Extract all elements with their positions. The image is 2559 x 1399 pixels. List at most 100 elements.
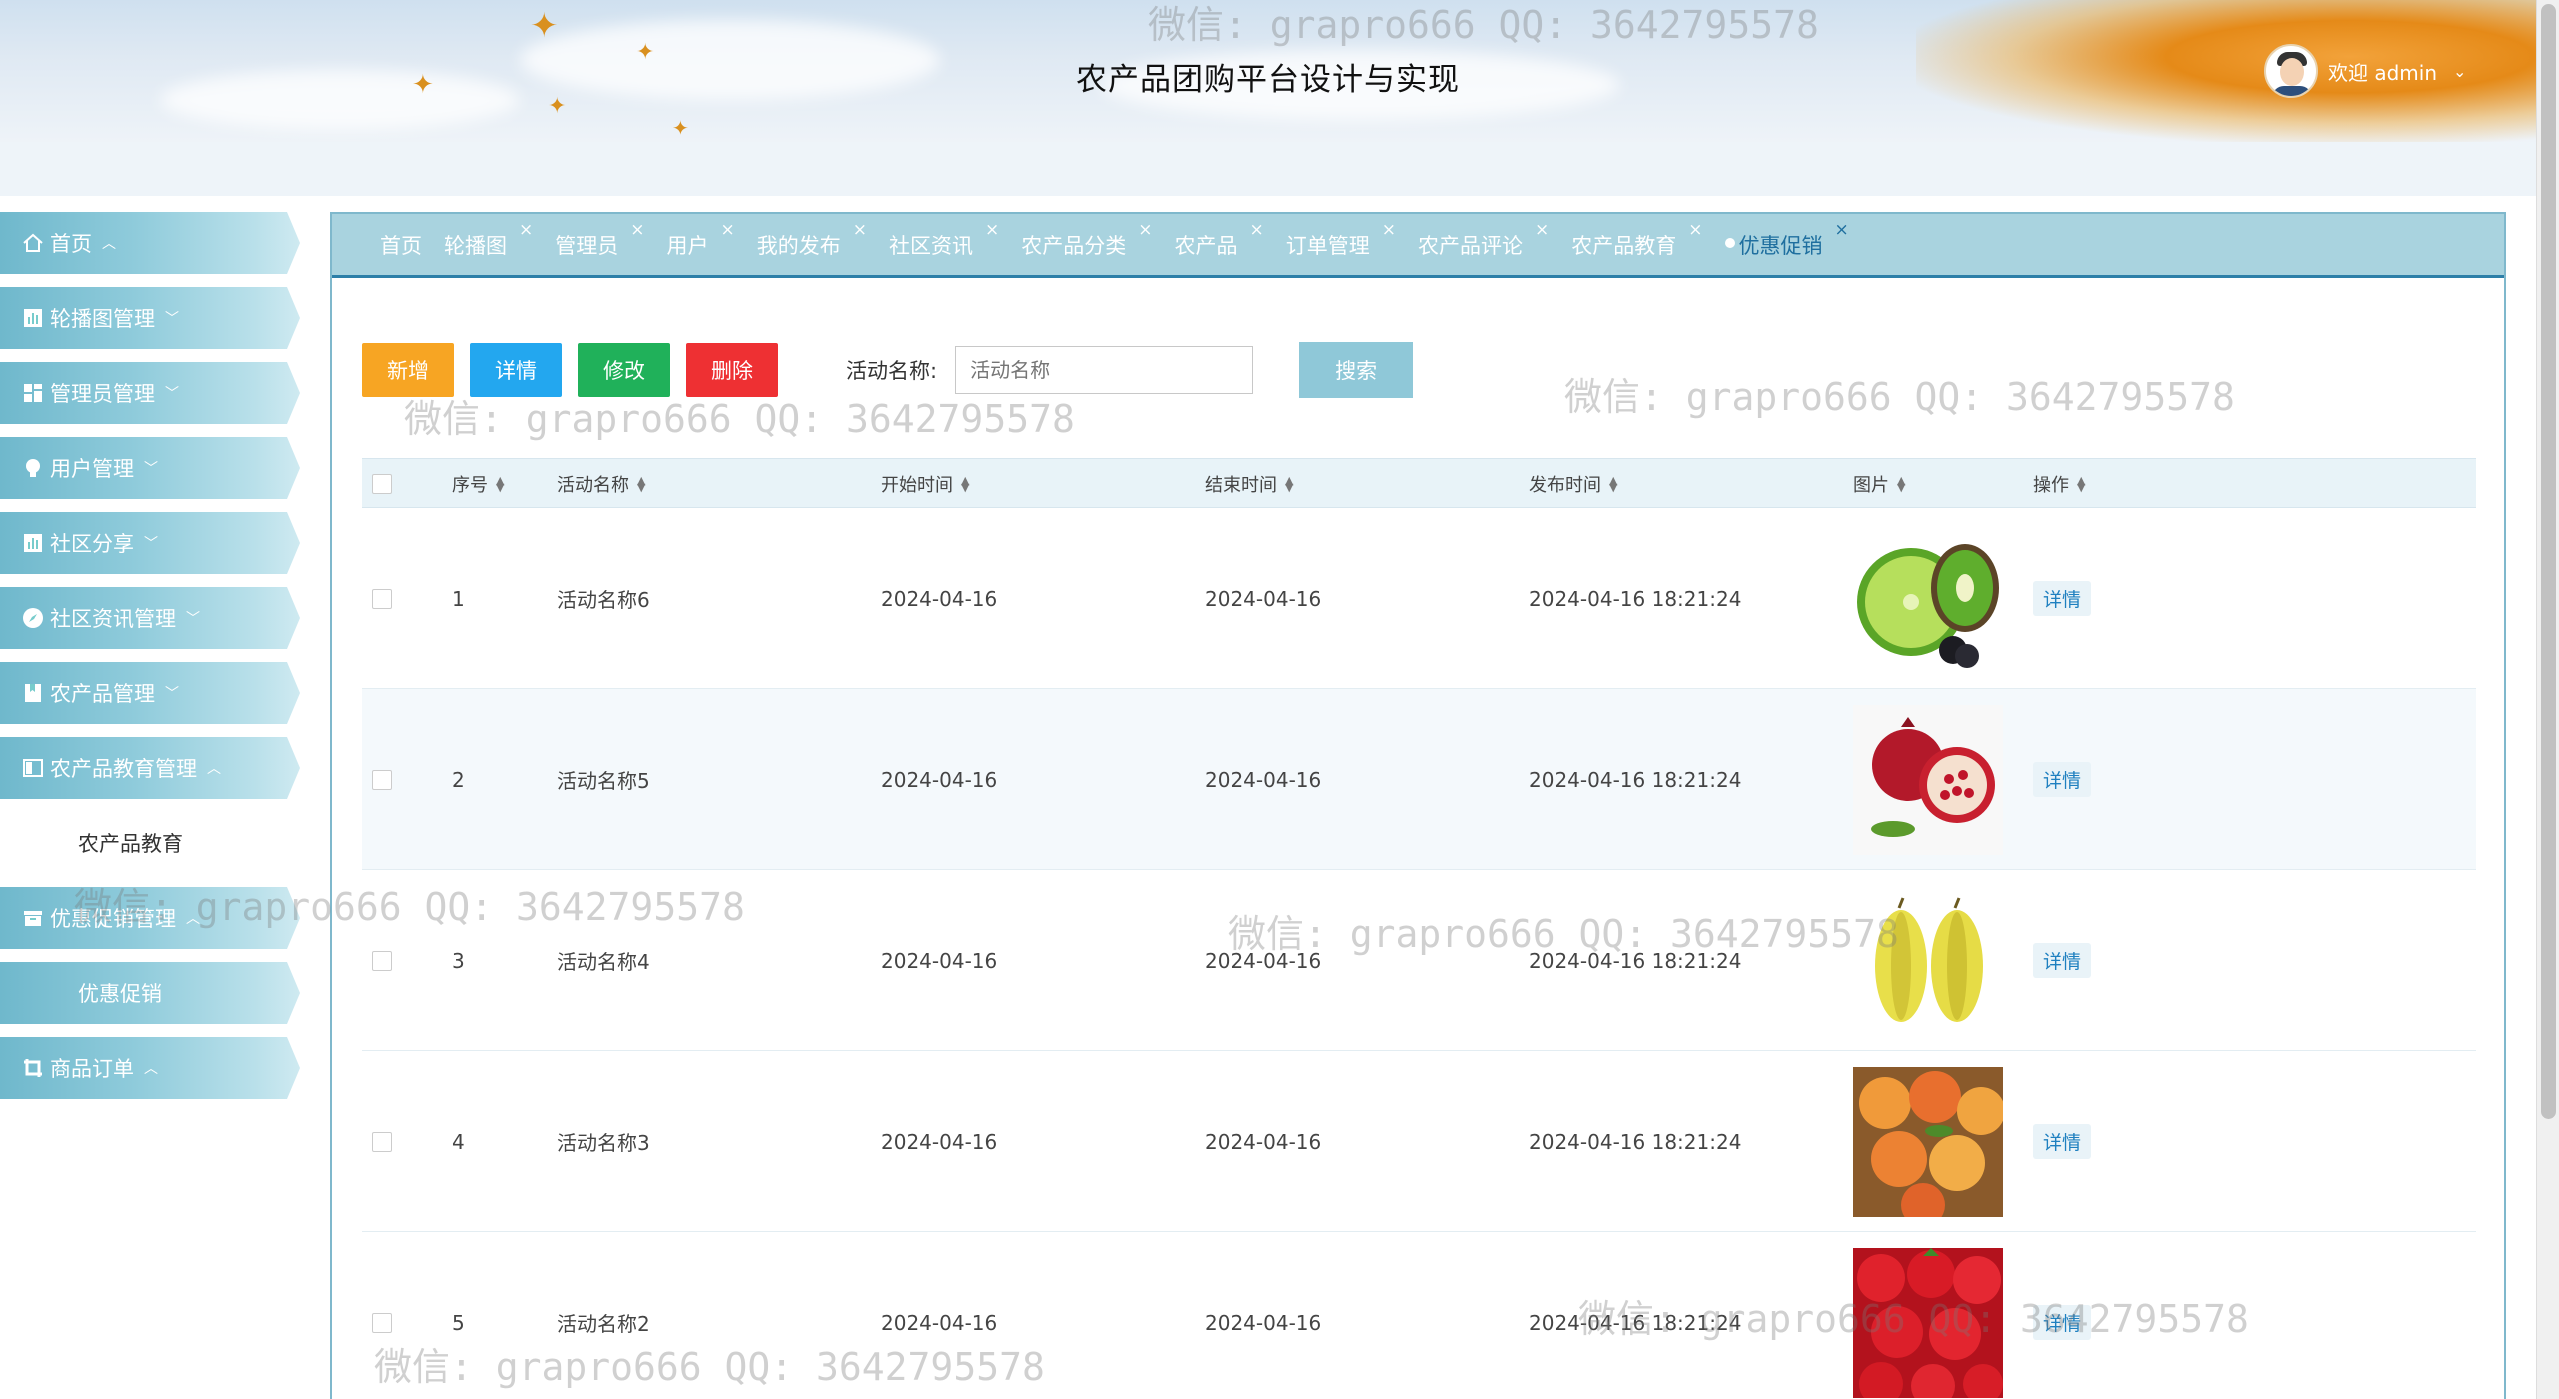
column-header-end[interactable]: 结束时间 ▲ ▼ — [1205, 459, 1293, 509]
sidebar-item-users[interactable]: 用户管理 ﹀ — [0, 437, 300, 499]
chevron-up-icon: ︿ — [144, 1061, 158, 1077]
cell-start: 2024-04-16 — [881, 767, 998, 792]
select-all-checkbox[interactable] — [372, 459, 392, 509]
row-detail-button[interactable]: 详情 — [2033, 581, 2092, 616]
close-icon[interactable]: × — [1835, 220, 1849, 240]
submenu-item-education[interactable]: 农产品教育 — [0, 812, 300, 874]
cell-name: 活动名称5 — [557, 769, 650, 793]
detail-button[interactable]: 详情 — [470, 343, 562, 397]
sidebar-item-carousel[interactable]: 轮播图管理 ﹀ — [0, 287, 300, 349]
sidebar-item-promotions[interactable]: 优惠促销管理 ︿ — [0, 887, 300, 949]
column-header-published[interactable]: 发布时间 ▲ ▼ — [1529, 459, 1617, 509]
sort-icon[interactable]: ▲ ▼ — [961, 475, 969, 493]
row-detail-button[interactable]: 详情 — [2033, 1124, 2092, 1159]
sort-icon[interactable]: ▲ ▼ — [1609, 475, 1617, 493]
close-icon[interactable]: × — [1250, 220, 1264, 240]
tab-products[interactable]: 农产品 × — [1174, 220, 1264, 260]
sidebar-item-orders[interactable]: 商品订单 ︿ — [0, 1037, 300, 1099]
row-detail-button[interactable]: 详情 — [2033, 943, 2092, 978]
sort-icon[interactable]: ▲ ▼ — [2077, 475, 2085, 493]
tab-label: 优惠促销 — [1738, 233, 1823, 258]
close-icon[interactable]: × — [519, 220, 533, 240]
tab-admins[interactable]: 管理员 × — [555, 220, 644, 260]
close-icon[interactable]: × — [630, 220, 644, 240]
row-checkbox[interactable] — [372, 689, 392, 870]
close-icon[interactable]: × — [1688, 220, 1702, 240]
crop-icon — [22, 1057, 44, 1079]
row-checkbox[interactable] — [372, 870, 392, 1051]
column-header-no[interactable]: 序号 ▲ ▼ — [452, 459, 504, 509]
sidebar-item-admins[interactable]: 管理员管理 ﹀ — [0, 362, 300, 424]
delete-button[interactable]: 删除 — [686, 343, 778, 397]
sort-icon[interactable]: ▲ ▼ — [1285, 475, 1293, 493]
row-checkbox[interactable] — [372, 1051, 392, 1232]
page-scrollbar[interactable] — [2536, 0, 2559, 1399]
column-header-image[interactable]: 图片 ▲ ▼ — [1853, 459, 1905, 509]
cell-published: 2024-04-16 18:21:24 — [1529, 1310, 1742, 1335]
add-button[interactable]: 新增 — [362, 343, 454, 397]
cell-end: 2024-04-16 — [1205, 1129, 1322, 1154]
column-header-actions[interactable]: 操作 ▲ ▼ — [2033, 459, 2085, 509]
tab-label: 农产品 — [1174, 233, 1238, 258]
tab-users[interactable]: 用户 × — [666, 220, 735, 260]
table-row[interactable]: 4 活动名称3 2024-04-16 2024-04-16 2024-04-16… — [362, 1051, 2476, 1232]
tab-label: 农产品评论 — [1418, 233, 1523, 258]
close-icon[interactable]: × — [1138, 220, 1152, 240]
chevron-up-icon: ︿ — [207, 761, 221, 777]
starfruit-image — [1853, 885, 2003, 1036]
chevron-down-icon: ﹀ — [165, 686, 179, 702]
close-icon[interactable]: × — [721, 220, 735, 240]
tab-product-education[interactable]: 农产品教育 × — [1571, 220, 1702, 260]
close-icon[interactable]: × — [985, 220, 999, 240]
bookmark-icon — [22, 682, 44, 704]
table-row[interactable]: 3 活动名称4 2024-04-16 2024-04-16 2024-04-16… — [362, 870, 2476, 1051]
row-detail-button[interactable]: 详情 — [2033, 1305, 2092, 1340]
sidebar-item-home[interactable]: 首页 ︿ — [0, 212, 300, 274]
tab-product-categories[interactable]: 农产品分类 × — [1021, 220, 1152, 260]
close-icon[interactable]: × — [1382, 220, 1396, 240]
cell-no: 5 — [452, 1310, 465, 1335]
cell-actions: 详情 — [2033, 689, 2092, 870]
tab-label: 用户 — [666, 233, 709, 258]
tab-product-reviews[interactable]: 农产品评论 × — [1418, 220, 1549, 260]
row-checkbox[interactable] — [372, 1232, 392, 1399]
row-checkbox[interactable] — [372, 508, 392, 689]
sort-icon[interactable]: ▲ ▼ — [1897, 475, 1905, 493]
submenu-item-promotion[interactable]: 优惠促销 — [0, 962, 300, 1024]
user-menu[interactable]: 欢迎 admin ⌄ — [2264, 44, 2466, 98]
tab-promotions[interactable]: 优惠促销 × — [1724, 220, 1849, 260]
cell-name: 活动名称2 — [557, 1312, 650, 1336]
sidebar-item-community-share[interactable]: 社区分享 ﹀ — [0, 512, 300, 574]
chevron-down-icon[interactable]: ⌄ — [2453, 62, 2466, 81]
search-input[interactable] — [955, 346, 1254, 394]
scrollbar-thumb[interactable] — [2541, 4, 2556, 1119]
sort-icon[interactable]: ▲ ▼ — [637, 475, 645, 493]
sidebar-item-label: 社区资讯管理 — [50, 607, 176, 631]
leaf-icon: ✦ — [530, 6, 559, 46]
sort-icon[interactable]: ▲ ▼ — [496, 475, 504, 493]
tab-orders[interactable]: 订单管理 × — [1286, 220, 1396, 260]
leaf-icon: ✦ — [672, 116, 689, 140]
column-label: 序号 — [452, 475, 488, 496]
user-avatar-icon[interactable] — [2264, 44, 2318, 98]
table-row[interactable]: 5 活动名称2 2024-04-16 2024-04-16 2024-04-16… — [362, 1232, 2476, 1399]
column-header-start[interactable]: 开始时间 ▲ ▼ — [881, 459, 969, 509]
sidebar-item-education[interactable]: 农产品教育管理 ︿ — [0, 737, 300, 799]
sidebar-item-community-news[interactable]: 社区资讯管理 ﹀ — [0, 587, 300, 649]
tab-carousel[interactable]: 轮播图 × — [444, 220, 533, 260]
chevron-down-icon: ﹀ — [165, 311, 179, 327]
tab-my-posts[interactable]: 我的发布 × — [757, 220, 867, 260]
close-icon[interactable]: × — [853, 220, 867, 240]
table-row[interactable]: 2 活动名称5 2024-04-16 2024-04-16 2024-04-16… — [362, 689, 2476, 870]
tab-community-news[interactable]: 社区资讯 × — [889, 220, 999, 260]
table-row[interactable]: 1 活动名称6 2024-04-16 2024-04-16 2024-04-16… — [362, 508, 2476, 689]
sidebar-item-products[interactable]: 农产品管理 ﹀ — [0, 662, 300, 724]
row-detail-button[interactable]: 详情 — [2033, 762, 2092, 797]
edit-button[interactable]: 修改 — [578, 343, 670, 397]
search-button[interactable]: 搜索 — [1299, 342, 1414, 398]
close-icon[interactable]: × — [1535, 220, 1549, 240]
tab-home[interactable]: 首页 — [380, 230, 422, 260]
cell-published: 2024-04-16 18:21:24 — [1529, 1129, 1742, 1154]
column-header-name[interactable]: 活动名称 ▲ ▼ — [557, 459, 645, 509]
cell-name: 活动名称4 — [557, 950, 650, 974]
